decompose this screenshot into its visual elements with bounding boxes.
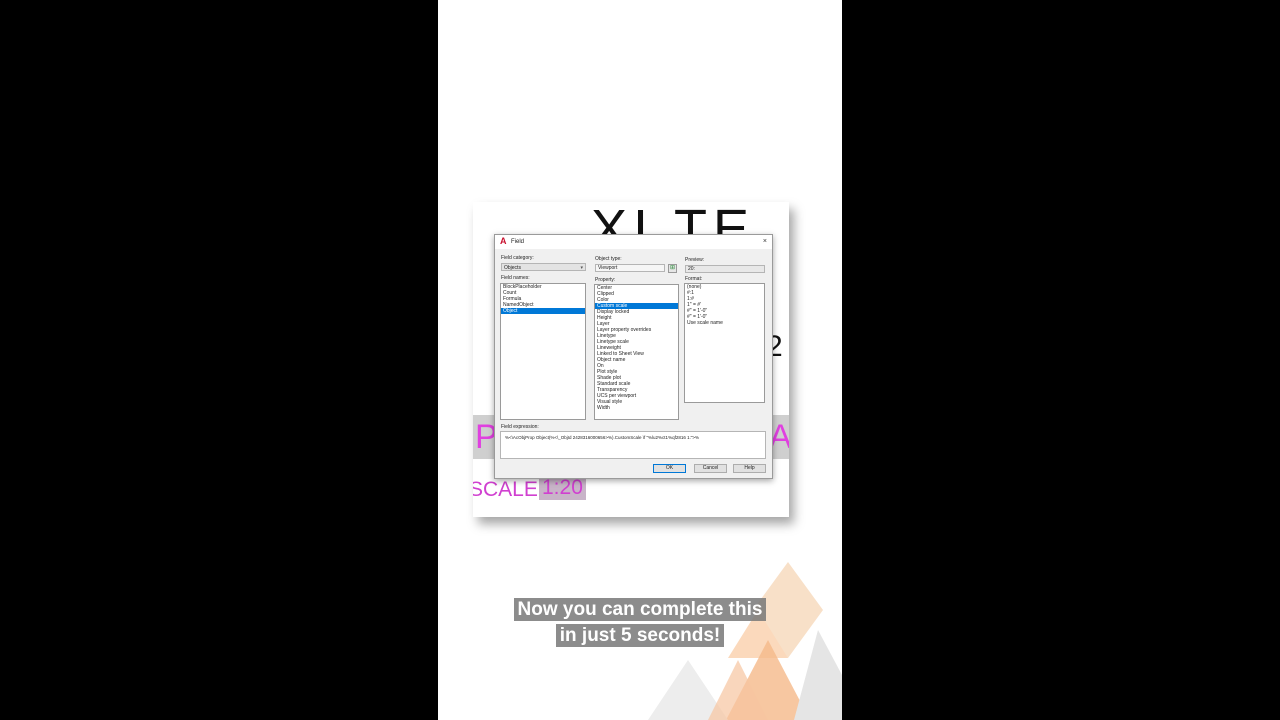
format-item[interactable]: Use scale name xyxy=(685,320,764,326)
field-category-value: Objects xyxy=(504,265,521,271)
field-expression-box[interactable]: %<\AcObjProp Object(%<\_ObjId 2428316000… xyxy=(500,431,766,459)
field-category-label: Field category: xyxy=(501,255,534,261)
field-names-list[interactable]: BlockPlaceholder Count Formula NamedObject O… xyxy=(500,283,586,420)
property-label: Property: xyxy=(595,277,616,283)
format-label: Format: xyxy=(685,276,703,282)
property-item[interactable]: Width xyxy=(595,405,678,411)
caption-text-1: Now you can complete this xyxy=(513,598,767,621)
preview-field: 20: xyxy=(685,265,765,273)
scale-label: SCALE: xyxy=(473,478,544,501)
cancel-button[interactable]: Cancel xyxy=(694,464,727,473)
field-names-label: Field names: xyxy=(501,275,530,281)
dialog-titlebar: A Field × xyxy=(495,235,772,249)
preview-label: Preview: xyxy=(685,257,705,263)
autocad-logo-icon: A xyxy=(500,236,507,246)
field-category-dropdown[interactable]: Objects ▾ xyxy=(501,263,586,271)
video-frame: XI TE 2 P A SCALE: 1:20 A Field × Field … xyxy=(438,0,842,720)
ok-button[interactable]: OK xyxy=(653,464,686,473)
caption-line-2: in just 5 seconds! xyxy=(438,624,842,647)
caption-text-2: in just 5 seconds! xyxy=(555,624,725,647)
property-list[interactable]: Center Clipped Color Custom scale Display lo… xyxy=(594,284,679,420)
object-type-field[interactable]: Viewport xyxy=(595,264,665,272)
help-button[interactable]: Help xyxy=(733,464,766,473)
select-object-icon[interactable]: ⊞ xyxy=(668,264,677,273)
field-expression-label: Field expression: xyxy=(501,424,539,430)
chevron-down-icon: ▾ xyxy=(580,265,583,271)
scale-value[interactable]: 1:20 xyxy=(539,476,586,500)
caption-line-1: Now you can complete this xyxy=(438,598,842,621)
field-dialog: A Field × Field category: Objects ▾ Fiel… xyxy=(494,234,773,479)
close-icon[interactable]: × xyxy=(763,238,767,245)
field-name-item[interactable]: Object xyxy=(501,308,585,314)
object-type-label: Object type: xyxy=(595,256,622,262)
dialog-title: Field xyxy=(511,239,525,245)
format-list[interactable]: (none) #:1 1:# 1" = #' #" = 1'-0" #" = 1'-0" U… xyxy=(684,283,765,403)
